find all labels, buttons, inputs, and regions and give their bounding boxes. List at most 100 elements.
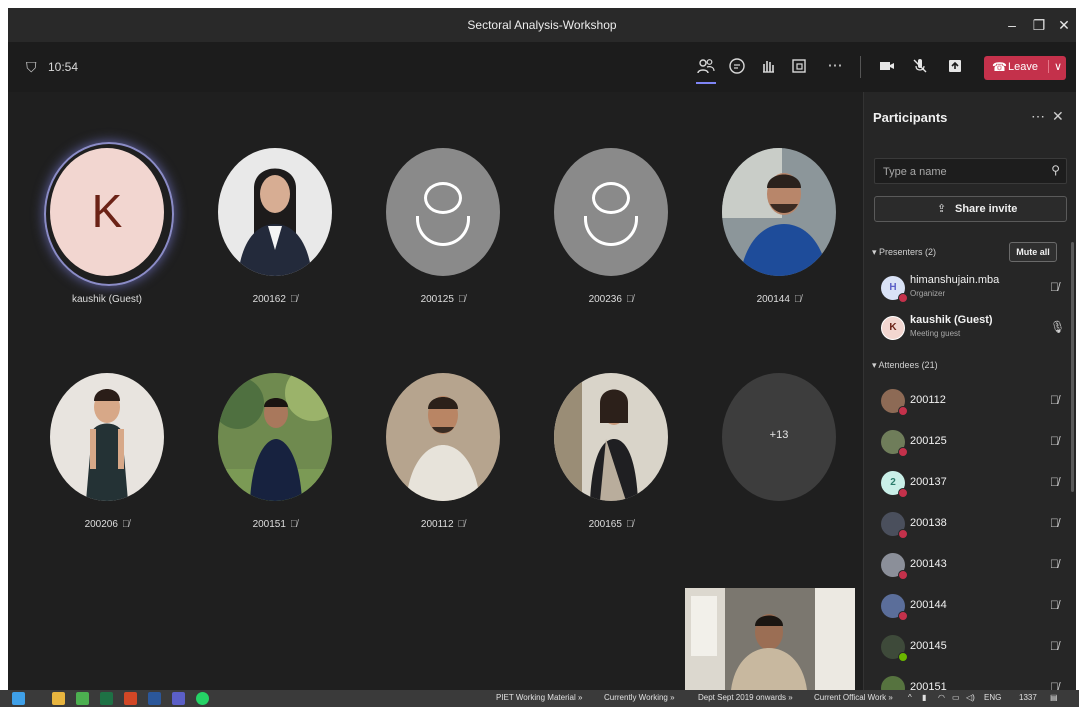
participant-tile[interactable]: 200162 🎙̸ bbox=[198, 148, 348, 313]
participant-tile[interactable]: 200125 🎙̸ bbox=[366, 148, 516, 313]
chevron-down-icon[interactable]: ∨ bbox=[1048, 60, 1062, 73]
rooms-icon[interactable] bbox=[786, 53, 812, 79]
powerpoint-icon[interactable] bbox=[124, 692, 137, 705]
self-view-video[interactable] bbox=[685, 588, 855, 690]
participant-tile[interactable]: 200112 🎙̸ bbox=[366, 373, 516, 538]
status-dot bbox=[898, 488, 908, 498]
search-icon[interactable]: ⚲ bbox=[1051, 163, 1060, 177]
mic-off-icon: 🎙̸ bbox=[793, 294, 802, 305]
mic-off-icon[interactable] bbox=[907, 53, 933, 79]
mic-off-icon[interactable]: 🎙̸ bbox=[1050, 475, 1059, 489]
participant-tile[interactable]: 200236 🎙̸ bbox=[534, 148, 684, 313]
mic-off-icon[interactable]: 🎙̸ bbox=[1050, 557, 1059, 571]
participant-row[interactable]: 200138 🎙̸ bbox=[872, 506, 1067, 542]
panel-scrollbar[interactable] bbox=[1071, 242, 1074, 492]
toolbar-divider bbox=[860, 56, 861, 78]
camera-icon[interactable] bbox=[874, 53, 900, 79]
system-clock[interactable]: 1337 bbox=[1019, 693, 1037, 702]
status-dot bbox=[898, 652, 908, 662]
taskbar-link[interactable]: Current Offical Work » bbox=[814, 693, 893, 702]
share-icon: ⇪ bbox=[937, 203, 947, 215]
avatar bbox=[218, 148, 332, 276]
mic-off-icon[interactable]: 🎙̸ bbox=[1050, 598, 1059, 612]
maximize-icon[interactable]: ❐ bbox=[1028, 14, 1050, 36]
minimize-icon[interactable]: – bbox=[1001, 14, 1023, 36]
tray-chevron-icon[interactable]: ^ bbox=[908, 693, 912, 702]
participant-row[interactable]: 200112 🎙̸ bbox=[872, 383, 1067, 419]
participant-tile[interactable]: 200144 🎙̸ bbox=[702, 148, 852, 313]
participant-row[interactable]: 200145 🎙̸ bbox=[872, 629, 1067, 665]
people-icon[interactable] bbox=[693, 53, 719, 84]
participant-name: 200143 bbox=[910, 558, 947, 570]
avatar bbox=[722, 148, 836, 276]
taskbar-link[interactable]: Currently Working » bbox=[604, 693, 675, 702]
participant-row[interactable]: 200143 🎙̸ bbox=[872, 547, 1067, 583]
participant-tile[interactable]: 200165 🎙̸ bbox=[534, 373, 684, 538]
more-participants-badge[interactable]: +13 bbox=[722, 373, 836, 501]
participant-name: 200206 🎙̸ bbox=[84, 519, 130, 530]
start-icon[interactable] bbox=[12, 692, 25, 705]
shield-icon: ⛉ bbox=[26, 59, 37, 75]
attendees-header[interactable]: ▾ Attendees (21) bbox=[872, 360, 938, 371]
taskbar-link[interactable]: Dept Sept 2019 onwards » bbox=[698, 693, 793, 702]
close-icon[interactable]: ✕ bbox=[1053, 14, 1075, 36]
participant-tile[interactable]: 200151 🎙̸ bbox=[198, 373, 348, 538]
status-dot bbox=[898, 529, 908, 539]
participant-name: 200125 bbox=[910, 435, 947, 447]
participant-role: Meeting guest bbox=[910, 329, 961, 338]
close-icon[interactable]: ✕ bbox=[1052, 108, 1064, 125]
share-invite-button[interactable]: ⇪ Share invite bbox=[874, 196, 1067, 222]
participant-row[interactable]: 200125 🎙̸ bbox=[872, 424, 1067, 460]
share-invite-label: Share invite bbox=[955, 203, 1018, 215]
mic-off-icon[interactable]: 🎙̸ bbox=[1050, 680, 1059, 690]
mute-all-button[interactable]: Mute all bbox=[1009, 242, 1057, 262]
participant-tile[interactable]: K kaushik (Guest) bbox=[30, 142, 180, 313]
word-icon[interactable] bbox=[148, 692, 161, 705]
raise-hand-icon[interactable] bbox=[755, 53, 781, 79]
notification-icon[interactable]: ▤ bbox=[1050, 693, 1058, 702]
participant-row[interactable]: 200151 🎙̸ bbox=[872, 670, 1067, 690]
volume-icon[interactable]: ◁) bbox=[966, 693, 975, 702]
avatar bbox=[386, 148, 500, 276]
participant-row[interactable]: 2 200137 🎙̸ bbox=[872, 465, 1067, 501]
taskbar-link[interactable]: PIET Working Material » bbox=[496, 693, 582, 702]
avatar: K bbox=[881, 316, 905, 340]
avatar bbox=[386, 373, 500, 501]
share-tray-icon[interactable] bbox=[942, 53, 968, 79]
search-field[interactable]: ⚲ bbox=[874, 158, 1067, 184]
language-indicator[interactable]: ENG bbox=[984, 693, 1001, 702]
avatar bbox=[881, 676, 905, 690]
status-dot bbox=[898, 611, 908, 621]
whatsapp-icon[interactable] bbox=[196, 692, 209, 705]
mic-off-icon[interactable]: 🎙̸ bbox=[1050, 639, 1059, 653]
mic-off-icon[interactable]: 🎙̸ bbox=[1050, 280, 1059, 294]
window-title: Sectoral Analysis-Workshop bbox=[467, 18, 617, 32]
participant-row[interactable]: 200144 🎙̸ bbox=[872, 588, 1067, 624]
mic-off-icon[interactable]: 🎙̸ bbox=[1050, 434, 1059, 448]
profile-photo bbox=[218, 148, 332, 276]
battery-icon[interactable]: ▭ bbox=[952, 693, 960, 702]
search-input[interactable] bbox=[881, 162, 1045, 182]
presenters-header[interactable]: ▾ Presenters (2) bbox=[872, 247, 936, 258]
excel-icon[interactable] bbox=[100, 692, 113, 705]
more-participants-tile[interactable]: +13 bbox=[702, 373, 852, 538]
wifi-icon[interactable]: ◠ bbox=[938, 693, 945, 702]
more-icon[interactable]: ⋯ bbox=[1031, 108, 1045, 125]
teams-icon[interactable] bbox=[172, 692, 185, 705]
file-explorer-icon[interactable] bbox=[52, 692, 65, 705]
chat-icon[interactable] bbox=[724, 53, 750, 79]
leave-label: Leave bbox=[1008, 61, 1038, 73]
participant-name: 200144 bbox=[910, 599, 947, 611]
participant-row[interactable]: K kaushik (Guest) Meeting guest 🎙 bbox=[872, 310, 1067, 346]
participant-row[interactable]: H himanshujain.mba Organizer 🎙̸ bbox=[872, 270, 1067, 306]
more-icon[interactable]: ⋯ bbox=[822, 53, 848, 79]
mic-off-icon[interactable]: 🎙̸ bbox=[1050, 516, 1059, 530]
leave-button[interactable]: ☎ Leave ∨ bbox=[984, 56, 1066, 80]
chrome-icon[interactable] bbox=[76, 692, 89, 705]
mic-off-icon: 🎙̸ bbox=[625, 294, 634, 305]
mic-off-icon[interactable]: 🎙̸ bbox=[1050, 393, 1059, 407]
participant-tile[interactable]: 200206 🎙̸ bbox=[30, 373, 180, 538]
participant-name: 200125 🎙̸ bbox=[420, 294, 466, 305]
mic-icon[interactable]: 🎙 bbox=[1050, 320, 1065, 334]
network-icon[interactable]: ▮ bbox=[922, 693, 926, 702]
